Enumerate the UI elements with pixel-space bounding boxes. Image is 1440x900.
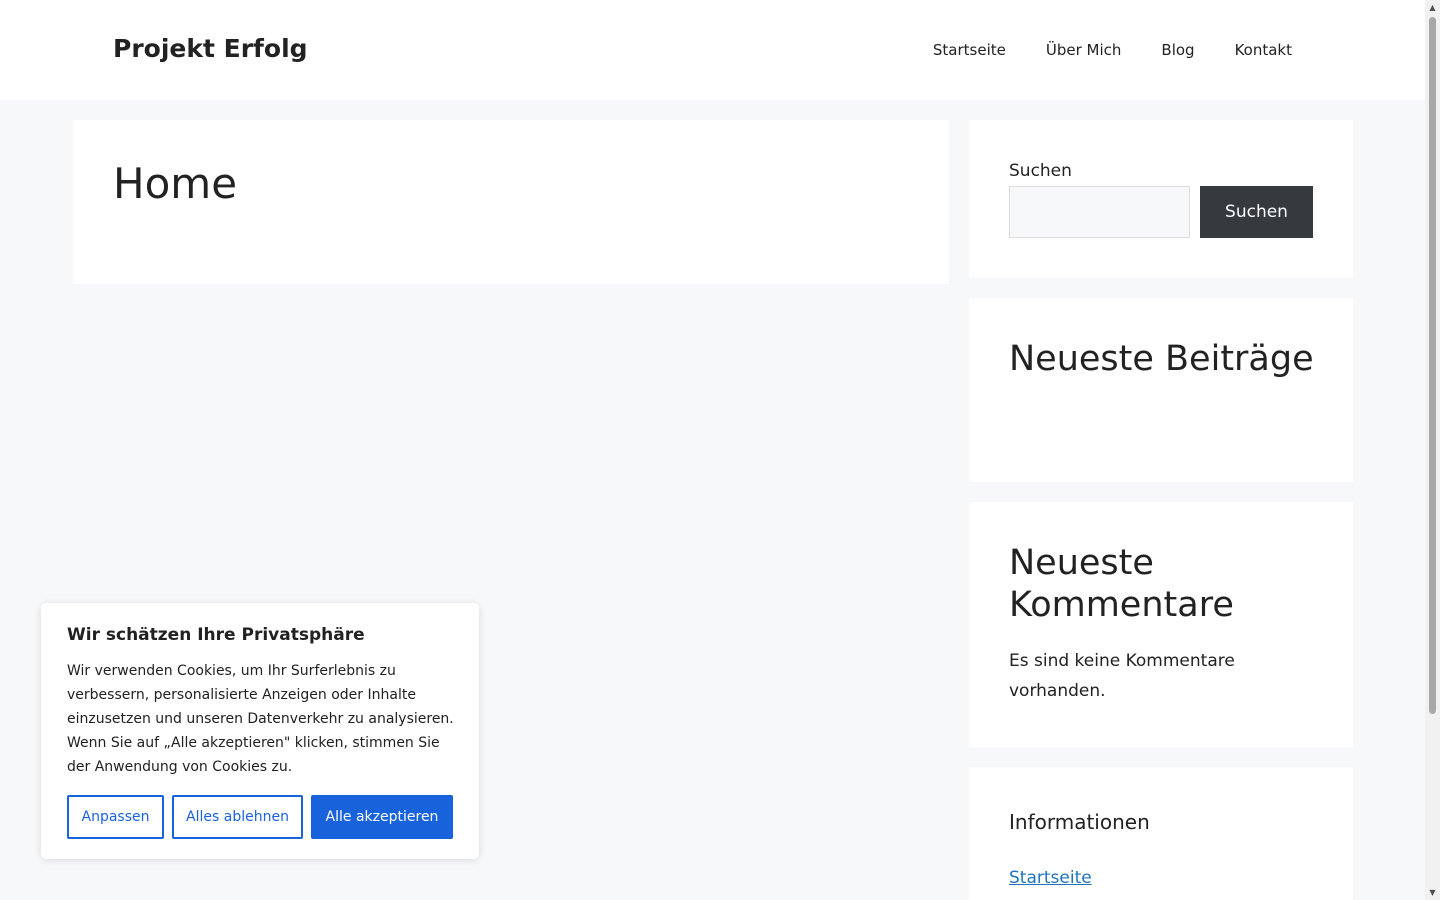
info-widget: Informationen Startseite: [969, 767, 1353, 900]
search-label: Suchen: [1009, 161, 1072, 181]
cookie-consent-banner: Wir schätzen Ihre Privatsphäre Wir verwe…: [41, 603, 479, 859]
site-header: Projekt Erfolg Startseite Über Mich Blog…: [0, 0, 1425, 100]
cookie-banner-title: Wir schätzen Ihre Privatsphäre: [67, 625, 365, 645]
nav-item-kontakt[interactable]: Kontakt: [1235, 41, 1292, 59]
scrollbar-thumb[interactable]: [1429, 17, 1436, 714]
recent-comments-widget: Neueste Kommentare Es sind keine Komment…: [969, 502, 1353, 747]
site-title[interactable]: Projekt Erfolg: [113, 33, 308, 65]
main-navigation: Startseite Über Mich Blog Kontakt: [933, 0, 1292, 100]
scroll-up-arrow-icon[interactable]: ▲: [1425, 0, 1440, 15]
recent-comments-heading: Neueste Kommentare: [1009, 543, 1234, 625]
vertical-scrollbar[interactable]: ▲ ▼: [1425, 0, 1440, 900]
cookie-banner-text: Wir verwenden Cookies, um Ihr Surferlebn…: [67, 663, 454, 775]
nav-item-blog[interactable]: Blog: [1161, 41, 1194, 59]
no-comments-text: Es sind keine Kommentare vorhanden.: [1009, 651, 1235, 701]
nav-item-ueber-mich[interactable]: Über Mich: [1046, 41, 1122, 59]
recent-posts-heading: Neueste Beiträge: [1009, 339, 1314, 379]
content-card: Home: [73, 120, 949, 284]
info-heading: Informationen: [1009, 810, 1150, 834]
reject-all-cookies-button[interactable]: Alles ablehnen: [172, 795, 303, 839]
customize-cookies-button[interactable]: Anpassen: [67, 795, 164, 839]
scroll-down-arrow-icon[interactable]: ▼: [1425, 885, 1440, 900]
nav-item-startseite[interactable]: Startseite: [933, 41, 1006, 59]
recent-posts-widget: Neueste Beiträge: [969, 298, 1353, 482]
search-widget: Suchen Suchen: [969, 120, 1353, 278]
accept-all-cookies-button[interactable]: Alle akzeptieren: [311, 795, 453, 839]
page-title: Home: [113, 159, 238, 208]
search-button[interactable]: Suchen: [1200, 186, 1313, 238]
search-input[interactable]: [1009, 186, 1190, 238]
info-link-startseite[interactable]: Startseite: [1009, 866, 1092, 890]
